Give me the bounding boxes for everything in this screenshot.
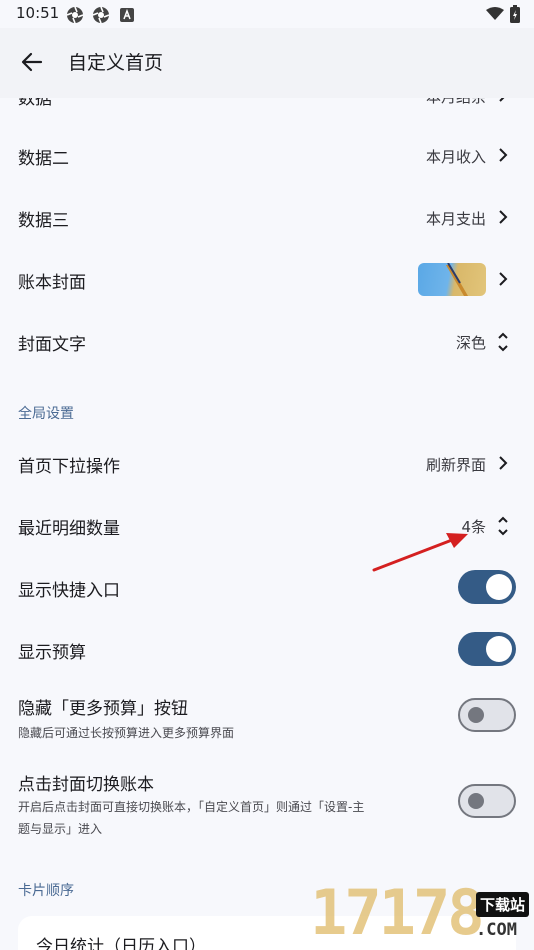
settings-list[interactable]: 数据 本月结余 数据二 本月收入 数据三 本月支出 账本封面 封面文字 深色 全… [0, 98, 534, 950]
watermark-digits: 17178 [310, 876, 485, 949]
app-bar: 自定义首页 [0, 28, 534, 98]
row-label: 最近明细数量 [18, 519, 120, 539]
row-label: 数据二 [18, 149, 69, 169]
cover-thumbnail[interactable] [418, 263, 486, 296]
toggle-knob [486, 574, 512, 600]
chevron-right-icon [499, 210, 508, 224]
watermark-badge: 下载站 [476, 892, 530, 917]
row-description: 隐藏后可通过长按预算进入更多预算界面 [18, 726, 235, 740]
row-label: 显示快捷入口 [18, 581, 120, 601]
row-label: 数据三 [18, 211, 69, 231]
row-label: 账本封面 [18, 273, 86, 293]
setting-row-data-three[interactable]: 数据三 本月支出 [0, 188, 534, 248]
battery-charging-icon [510, 5, 520, 23]
toggle-knob [468, 707, 484, 723]
row-label: 首页下拉操作 [18, 457, 120, 477]
setting-row-show-budget[interactable]: 显示预算 [0, 620, 534, 680]
card-label: 今日统计（日历入口） [36, 937, 206, 950]
status-notification-icons [66, 6, 136, 24]
row-label: 封面文字 [18, 335, 86, 355]
setting-row-show-shortcuts[interactable]: 显示快捷入口 [0, 558, 534, 618]
watermark-logo: 17178 下载站 .COM [310, 870, 534, 950]
row-value: 本月结余 [426, 98, 486, 107]
chevron-right-icon [499, 148, 508, 162]
unfold-icon [498, 332, 508, 352]
setting-row-hide-more-budget[interactable]: 隐藏「更多预算」按钮 隐藏后可通过长按预算进入更多预算界面 [0, 684, 534, 746]
section-header-global: 全局设置 [18, 406, 74, 422]
page-title: 自定义首页 [68, 52, 164, 74]
chevron-right-icon [499, 456, 508, 470]
row-label: 点击封面切换账本 [18, 775, 154, 795]
cover-pencil-icon [446, 263, 468, 296]
toggle-knob [468, 793, 484, 809]
section-header-card-order: 卡片顺序 [18, 883, 74, 899]
row-label: 显示预算 [18, 643, 86, 663]
row-value: 刷新界面 [425, 456, 486, 474]
status-system-icons [486, 5, 520, 23]
back-button[interactable] [14, 44, 50, 80]
chevron-right-icon [499, 98, 505, 102]
setting-row-data-one[interactable]: 数据 本月结余 [0, 98, 534, 116]
watermark-suffix: .COM [476, 920, 517, 940]
chevron-right-icon [499, 272, 508, 286]
status-bar: 10:51 [0, 0, 534, 28]
show-budget-toggle[interactable] [458, 632, 516, 666]
font-notification-icon [120, 8, 134, 22]
setting-row-pull-action[interactable]: 首页下拉操作 刷新界面 [0, 434, 534, 494]
setting-row-data-two[interactable]: 数据二 本月收入 [0, 126, 534, 186]
hide-more-budget-toggle[interactable] [458, 698, 516, 732]
row-description-line1: 开启后点击封面可直接切换账本，「自定义首页」则通过「设置-主 [18, 800, 365, 814]
tap-cover-switch-toggle[interactable] [458, 784, 516, 818]
row-value: 深色 [455, 334, 486, 352]
row-description-line2: 题与显示」进入 [18, 822, 103, 836]
row-label: 隐藏「更多预算」按钮 [18, 699, 188, 719]
unfold-icon [498, 516, 508, 536]
wifi-icon [486, 7, 504, 20]
row-label: 数据 [18, 98, 52, 109]
row-value: 本月收入 [425, 148, 486, 166]
toggle-knob [486, 636, 512, 662]
aperture-icon [66, 6, 84, 24]
setting-row-recent-count[interactable]: 最近明细数量 4条 [0, 496, 534, 556]
status-time: 10:51 [16, 4, 60, 22]
show-shortcuts-toggle[interactable] [458, 570, 516, 604]
row-value: 本月支出 [425, 210, 486, 228]
row-value: 4条 [461, 518, 486, 536]
setting-row-tap-cover-switch[interactable]: 点击封面切换账本 开启后点击封面可直接切换账本，「自定义首页」则通过「设置-主 … [0, 760, 534, 844]
arrow-left-icon [21, 52, 43, 72]
setting-row-cover-text[interactable]: 封面文字 深色 [0, 312, 534, 372]
aperture-icon-2 [92, 6, 110, 24]
